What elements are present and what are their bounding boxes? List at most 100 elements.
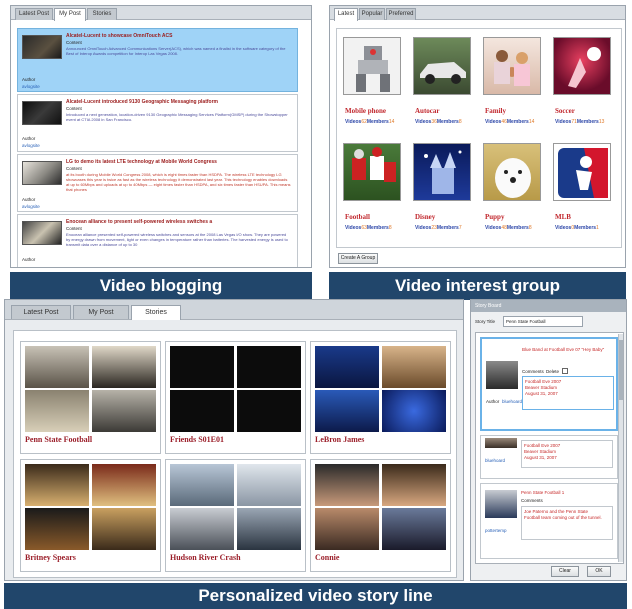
- interest-tab-popular[interactable]: Popular: [359, 8, 385, 20]
- story-board-scrollbar[interactable]: [618, 334, 623, 562]
- stadium-thumbnail[interactable]: [92, 346, 156, 388]
- story-title[interactable]: Hudson River Crash: [170, 553, 241, 562]
- interest-group-card[interactable]: Family Videos46Members14: [483, 37, 551, 137]
- post-author-link[interactable]: avlogsite: [22, 204, 40, 209]
- credits-thumbnail[interactable]: [237, 390, 301, 432]
- credits-thumbnail[interactable]: [170, 346, 234, 388]
- checkbox[interactable]: [562, 368, 568, 374]
- entry-author-link[interactable]: bluehoard: [485, 458, 505, 463]
- post-thumbnail[interactable]: [22, 161, 62, 185]
- interest-group-card[interactable]: Autocar Videos36Members8: [413, 37, 481, 137]
- family-image[interactable]: [483, 37, 541, 95]
- blog-post[interactable]: Enocean alliance to present self-powered…: [17, 214, 298, 267]
- story-title[interactable]: LeBron James: [315, 435, 364, 444]
- story-title-input[interactable]: Penn State Football: [503, 316, 583, 327]
- blog-tab-my-post[interactable]: My Post: [54, 8, 86, 21]
- blog-tab-latest-post[interactable]: Latest Post: [15, 8, 53, 20]
- interest-tab-latest[interactable]: Latest: [334, 8, 358, 21]
- puppy-image[interactable]: [483, 143, 541, 201]
- story-title[interactable]: Friends S01E01: [170, 435, 224, 444]
- talent-thumbnail[interactable]: [382, 464, 446, 506]
- post-author-link[interactable]: avlogsite: [22, 84, 40, 89]
- post-thumbnail[interactable]: [22, 101, 62, 125]
- music-thumbnail[interactable]: [25, 464, 89, 506]
- plane-thumbnail[interactable]: [237, 464, 301, 506]
- talent-thumbnail[interactable]: [315, 508, 379, 550]
- post-title[interactable]: Alcatel-Lucent introduced 9130 Geographi…: [66, 99, 293, 105]
- football-image[interactable]: [343, 143, 401, 201]
- entry-heading[interactable]: Blue Band at Football Eve 07 "Hey Baby": [522, 347, 612, 353]
- group-name[interactable]: Soccer: [555, 107, 575, 115]
- tv-thumbnail[interactable]: [382, 390, 446, 432]
- post-title[interactable]: Enocean alliance to present self-powered…: [66, 219, 293, 225]
- scrollbar-thumb[interactable]: [619, 340, 623, 400]
- story-title[interactable]: Penn State Football: [25, 435, 92, 444]
- mlb-image[interactable]: [553, 143, 611, 201]
- story-card[interactable]: Britney Spears: [20, 459, 161, 572]
- interest-group-card[interactable]: Soccer Videos71Members13: [553, 37, 621, 137]
- group-name[interactable]: MLB: [555, 213, 571, 221]
- post-thumbnail[interactable]: [22, 35, 62, 59]
- plane-thumbnail[interactable]: [237, 508, 301, 550]
- entry-comment-box[interactable]: Football Eve 2007 Beaver Stadium August …: [522, 376, 614, 410]
- music-thumbnail[interactable]: [92, 508, 156, 550]
- group-name[interactable]: Puppy: [485, 213, 504, 221]
- interest-group-card[interactable]: MLB Videos0Members1: [553, 143, 621, 243]
- entry-author-link[interactable]: pottertemp: [485, 528, 507, 533]
- stadium-thumbnail[interactable]: [25, 390, 89, 432]
- plane-thumbnail[interactable]: [170, 508, 234, 550]
- entry-thumbnail[interactable]: [485, 490, 517, 518]
- story-card[interactable]: Connie: [310, 459, 451, 572]
- story-entry[interactable]: Football Eve 2007 Beaver Stadium August …: [480, 435, 618, 479]
- post-title[interactable]: Alcatel-Lucent to showcase OmniTouch ACS: [66, 33, 293, 39]
- plane-thumbnail[interactable]: [170, 464, 234, 506]
- create-group-button[interactable]: Create A Group: [338, 253, 378, 264]
- story-entry[interactable]: Blue Band at Football Eve 07 "Hey Baby" …: [480, 337, 618, 431]
- story-title[interactable]: Britney Spears: [25, 553, 76, 562]
- interest-group-card[interactable]: Puppy Videos48Members8: [483, 143, 551, 243]
- tv-thumbnail[interactable]: [315, 390, 379, 432]
- group-name[interactable]: Football: [345, 213, 370, 221]
- credits-thumbnail[interactable]: [170, 390, 234, 432]
- story-card[interactable]: Friends S01E01: [165, 341, 306, 454]
- soccer-image[interactable]: [553, 37, 611, 95]
- music-thumbnail[interactable]: [92, 464, 156, 506]
- robot-image[interactable]: [343, 37, 401, 95]
- blog-tab-stories[interactable]: Stories: [87, 8, 117, 20]
- story-tab-my-post[interactable]: My Post: [73, 305, 129, 319]
- blog-post[interactable]: LG to demo its latest LTE technology at …: [17, 154, 298, 212]
- interest-group-card[interactable]: Disney Videos23Members7: [413, 143, 481, 243]
- disney-image[interactable]: [413, 143, 471, 201]
- stadium-thumbnail[interactable]: [25, 346, 89, 388]
- story-card[interactable]: Penn State Football: [20, 341, 161, 454]
- tv-thumbnail[interactable]: [315, 346, 379, 388]
- group-name[interactable]: Mobile phone: [345, 107, 386, 115]
- tv-thumbnail[interactable]: [382, 346, 446, 388]
- post-thumbnail[interactable]: [22, 221, 62, 245]
- blog-post[interactable]: Alcatel-Lucent to showcase OmniTouch ACS…: [17, 28, 298, 92]
- group-name[interactable]: Autocar: [415, 107, 440, 115]
- interest-group-card[interactable]: Football Videos63Members8: [343, 143, 411, 243]
- entry-delete-link[interactable]: Delete: [546, 369, 559, 374]
- music-thumbnail[interactable]: [25, 508, 89, 550]
- story-tab-latest-post[interactable]: Latest Post: [11, 305, 71, 319]
- blog-post[interactable]: Alcatel-Lucent introduced 9130 Geographi…: [17, 94, 298, 152]
- entry-thumbnail[interactable]: [485, 438, 517, 448]
- story-tab-stories[interactable]: Stories: [131, 305, 181, 320]
- interest-group-card[interactable]: Mobile phone Videos62Members14: [343, 37, 411, 137]
- interest-tab-preferred[interactable]: Preferred: [386, 8, 416, 20]
- group-name[interactable]: Disney: [415, 213, 435, 221]
- entry-comment-box[interactable]: Football Eve 2007 Beaver Stadium August …: [521, 440, 613, 468]
- post-title[interactable]: LG to demo its latest LTE technology at …: [66, 159, 293, 165]
- entry-comment-box[interactable]: Joe Paterno and the Penn State Football …: [521, 506, 613, 540]
- car-image[interactable]: [413, 37, 471, 95]
- group-name[interactable]: Family: [485, 107, 506, 115]
- ok-button[interactable]: OK: [587, 566, 611, 577]
- story-entry[interactable]: Penn State Football 1 Comments Joe Pater…: [480, 483, 618, 559]
- stadium-thumbnail[interactable]: [92, 390, 156, 432]
- credits-thumbnail[interactable]: [237, 346, 301, 388]
- clear-button[interactable]: Clear: [551, 566, 579, 577]
- talent-thumbnail[interactable]: [382, 508, 446, 550]
- talent-thumbnail[interactable]: [315, 464, 379, 506]
- story-card[interactable]: Hudson River Crash: [165, 459, 306, 572]
